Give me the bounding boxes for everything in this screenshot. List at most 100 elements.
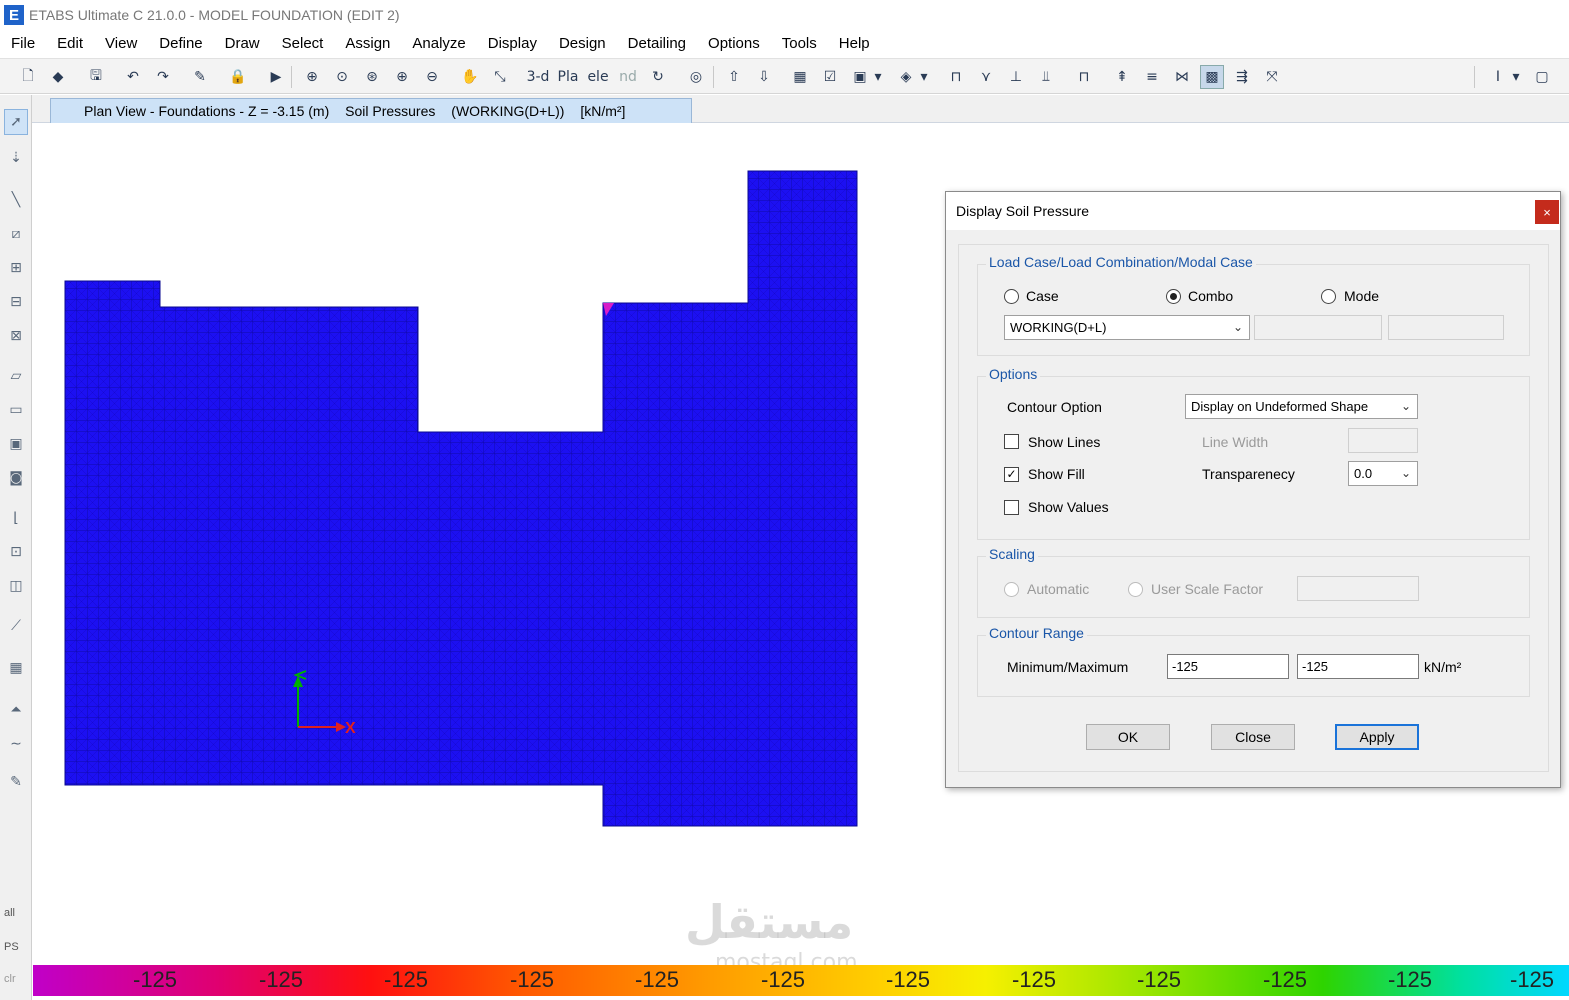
close-icon[interactable]: × [1535, 200, 1559, 224]
move-up-icon[interactable]: ⇧ [722, 65, 746, 89]
close-button[interactable]: Close [1211, 724, 1295, 750]
plan-view-tab[interactable]: Plan View - Foundations - Z = -3.15 (m) … [50, 98, 692, 123]
case-radio-label[interactable]: Case [1026, 288, 1059, 304]
rubber-band-icon[interactable]: ⤡ [488, 65, 512, 89]
shell-forces-icon[interactable]: ≡ [1140, 65, 1164, 89]
menu-view[interactable]: View [94, 32, 148, 56]
menu-tools[interactable]: Tools [771, 32, 828, 56]
run-analysis-icon[interactable]: ▶ [264, 65, 288, 89]
zoom-previous-icon[interactable]: ⊛ [360, 65, 384, 89]
draw-tendon-icon[interactable]: ⏶ [4, 697, 28, 723]
text-cursor-icon[interactable]: I [1486, 65, 1510, 89]
window-options-icon[interactable]: ▢ [1530, 65, 1554, 89]
new-file-icon[interactable]: 🗋 [16, 65, 40, 89]
draw-curve-icon[interactable]: ∼ [4, 731, 28, 757]
pencil-icon[interactable]: ✎ [188, 65, 212, 89]
move-down-icon[interactable]: ⇩ [752, 65, 776, 89]
soil-pressure-icon[interactable]: ▩ [1200, 65, 1224, 89]
draw-x-brace-icon[interactable]: ⊠ [4, 323, 28, 349]
redo-icon[interactable]: ↷ [151, 65, 175, 89]
joint-loads-icon[interactable]: ⇞ [1110, 65, 1134, 89]
open-file-icon[interactable]: ◆ [46, 65, 70, 89]
transparency-select[interactable]: 0.0 ⌄ [1348, 461, 1418, 486]
mode-radio[interactable] [1321, 289, 1336, 304]
draw-area-icon[interactable]: ▣ [4, 431, 28, 457]
reactions-icon[interactable]: ⊥ [1004, 65, 1028, 89]
plan-view-button[interactable]: Pla [556, 65, 580, 89]
draw-wall-icon[interactable]: ⌊ [4, 505, 28, 531]
menu-select[interactable]: Select [271, 32, 335, 56]
select-all-button[interactable]: all [4, 907, 15, 919]
menu-options[interactable]: Options [697, 32, 771, 56]
draw-pier-icon[interactable]: ◫ [4, 573, 28, 599]
dropdown-arrow-icon[interactable]: ▾ [918, 65, 930, 89]
three-d-view-button[interactable]: 3-d [526, 65, 550, 89]
reshape-icon[interactable]: ⇣ [4, 145, 28, 171]
clear-select-button[interactable]: clr [4, 973, 16, 985]
frame-forces-icon[interactable]: ⊓ [1072, 65, 1096, 89]
combo-radio-label[interactable]: Combo [1188, 288, 1233, 304]
menu-design[interactable]: Design [548, 32, 617, 56]
menu-file[interactable]: File [0, 32, 46, 56]
dialog-title-bar[interactable]: Display Soil Pressure × [946, 192, 1560, 230]
zoom-in-icon[interactable]: ⊕ [390, 65, 414, 89]
assign-icon[interactable]: ▣ [848, 65, 872, 89]
show-fill-label[interactable]: Show Fill [1028, 466, 1085, 482]
menu-edit[interactable]: Edit [46, 32, 94, 56]
menu-help[interactable]: Help [828, 32, 881, 56]
case-radio[interactable] [1004, 289, 1019, 304]
menu-analyze[interactable]: Analyze [401, 32, 476, 56]
save-icon[interactable]: 🖫 [84, 65, 108, 89]
combo-radio[interactable] [1166, 289, 1181, 304]
show-lines-label[interactable]: Show Lines [1028, 434, 1100, 450]
rotate-icon[interactable]: ↻ [646, 65, 670, 89]
show-values-checkbox[interactable] [1004, 500, 1019, 515]
apply-button[interactable]: Apply [1335, 724, 1419, 750]
draw-column-icon[interactable]: ⊞ [4, 255, 28, 281]
draw-grid-icon[interactable]: ▦ [4, 655, 28, 681]
lock-icon[interactable]: 🔒 [226, 65, 250, 89]
draw-wall-stack-icon[interactable]: ⊡ [4, 539, 28, 565]
object-shrink-icon[interactable]: ▦ [788, 65, 812, 89]
draw-beam-icon[interactable]: ⊟ [4, 289, 28, 315]
extrude-icon[interactable]: ◈ [894, 65, 918, 89]
forces-icon[interactable]: ⫫ [1034, 65, 1058, 89]
draw-line-icon[interactable]: ╲ [4, 187, 28, 213]
show-lines-checkbox[interactable] [1004, 434, 1019, 449]
dropdown-arrow-icon[interactable]: ▾ [872, 65, 884, 89]
set-display-options-icon[interactable]: ☑ [818, 65, 842, 89]
menu-draw[interactable]: Draw [214, 32, 271, 56]
undo-icon[interactable]: ↶ [121, 65, 145, 89]
ok-button[interactable]: OK [1086, 724, 1170, 750]
menu-assign[interactable]: Assign [334, 32, 401, 56]
contour-max-field[interactable]: -125 [1297, 654, 1419, 679]
pointer-icon[interactable]: ➚ [4, 109, 28, 135]
draw-floor-icon[interactable]: ▱ [4, 363, 28, 389]
draw-brace-icon[interactable]: ⧄ [4, 221, 28, 247]
mode-radio-label[interactable]: Mode [1344, 288, 1379, 304]
show-values-label[interactable]: Show Values [1028, 499, 1109, 515]
displacement-icon[interactable]: ⤧ [1260, 65, 1284, 89]
previous-select-button[interactable]: PS [4, 941, 19, 953]
strip-forces-icon[interactable]: ⇶ [1230, 65, 1254, 89]
shell-stresses-icon[interactable]: ⋈ [1170, 65, 1194, 89]
elevation-view-button[interactable]: ele [586, 65, 610, 89]
menu-display[interactable]: Display [477, 32, 548, 56]
contour-min-field[interactable]: -125 [1167, 654, 1289, 679]
combo-select[interactable]: WORKING(D+L) ⌄ [1004, 315, 1250, 340]
nd-view-button[interactable]: nd [616, 65, 640, 89]
dropdown-arrow-icon[interactable]: ▾ [1510, 65, 1522, 89]
show-fill-checkbox[interactable]: ✓ [1004, 467, 1019, 482]
zoom-restore-icon[interactable]: ⊙ [330, 65, 354, 89]
pan-icon[interactable]: ✋ [458, 65, 482, 89]
zoom-window-icon[interactable]: ⊕ [300, 65, 324, 89]
menu-detailing[interactable]: Detailing [617, 32, 697, 56]
draw-link-icon[interactable]: ⟋ [4, 613, 28, 639]
zoom-out-icon[interactable]: ⊖ [420, 65, 444, 89]
draw-dimension-icon[interactable]: ✎ [4, 769, 28, 795]
frame-icon[interactable]: ⊓ [944, 65, 968, 89]
draw-rectangle-icon[interactable]: ▭ [4, 397, 28, 423]
perspective-icon[interactable]: ◎ [684, 65, 708, 89]
contour-option-select[interactable]: Display on Undeformed Shape ⌄ [1185, 394, 1418, 419]
deformed-shape-icon[interactable]: ⋎ [974, 65, 998, 89]
